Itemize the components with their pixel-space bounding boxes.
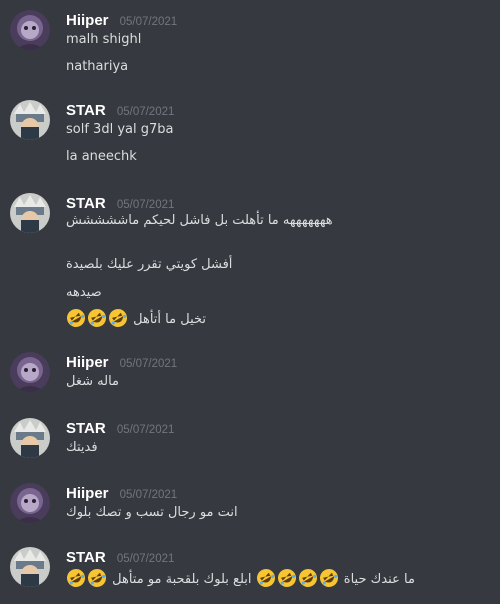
author-name[interactable]: Hiiper <box>66 12 109 29</box>
author-name[interactable]: STAR <box>66 420 106 437</box>
message-text: صيدهه <box>66 285 102 300</box>
hiiper-avatar-icon[interactable] <box>10 10 50 50</box>
author-name[interactable]: STAR <box>66 549 106 566</box>
star-avatar-icon[interactable] <box>10 100 50 140</box>
message-text: ابلع بلوك بلقحبة مو متأهل <box>112 572 252 587</box>
message-text: malh shighl <box>66 32 142 47</box>
author-name[interactable]: Hiiper <box>66 354 109 371</box>
message-timestamp: 05/07/2021 <box>119 16 178 28</box>
rolling-on-floor-laughing-emoji[interactable] <box>108 308 128 328</box>
message-line: تخيل ما أتأهل <box>66 308 206 328</box>
rolling-on-floor-laughing-emoji[interactable] <box>66 568 86 588</box>
rolling-on-floor-laughing-emoji[interactable] <box>87 308 107 328</box>
message-header: STAR 05/07/2021 <box>66 547 174 567</box>
star-avatar-icon[interactable] <box>10 418 50 458</box>
message-text: انت مو رجال تسب و تصك بلوك <box>66 505 238 520</box>
message-timestamp: 05/07/2021 <box>116 553 175 565</box>
chat-message-list[interactable]: Hiiper 05/07/2021 malh shighl nathariya … <box>0 0 500 604</box>
author-name[interactable]: STAR <box>66 195 106 212</box>
message-timestamp: 05/07/2021 <box>116 424 175 436</box>
rolling-on-floor-laughing-emoji[interactable] <box>277 568 297 588</box>
message-text: أفشل كويتي تقرر عليك بلصيدة <box>66 257 233 272</box>
author-name[interactable]: Hiiper <box>66 485 109 502</box>
rolling-on-floor-laughing-emoji[interactable] <box>66 308 86 328</box>
message-text: هههههههه ما تأهلت بل فاشل لحيكم ماششششش <box>66 213 333 228</box>
star-avatar-icon[interactable] <box>10 193 50 233</box>
message-line: ما عندك حياة ابلع بلوك بلقحبة مو متأهل <box>66 568 415 588</box>
rolling-on-floor-laughing-emoji[interactable] <box>256 568 276 588</box>
message-text: فديتك <box>66 440 98 455</box>
rolling-on-floor-laughing-emoji[interactable] <box>319 568 339 588</box>
message-text: ما عندك حياة <box>343 572 415 587</box>
message-header: STAR 05/07/2021 <box>66 193 174 213</box>
star-avatar-icon[interactable] <box>10 547 50 587</box>
message-timestamp: 05/07/2021 <box>116 199 175 211</box>
rolling-on-floor-laughing-emoji[interactable] <box>298 568 318 588</box>
hiiper-avatar-icon[interactable] <box>10 483 50 523</box>
message-timestamp: 05/07/2021 <box>119 489 178 501</box>
message-header: STAR 05/07/2021 <box>66 418 174 438</box>
message-header: Hiiper 05/07/2021 <box>66 10 177 30</box>
message-header: Hiiper 05/07/2021 <box>66 352 177 372</box>
message-text: ماله شغل <box>66 374 119 389</box>
message-header: STAR 05/07/2021 <box>66 100 174 120</box>
hiiper-avatar-icon[interactable] <box>10 352 50 392</box>
author-name[interactable]: STAR <box>66 102 106 119</box>
message-text: nathariya <box>66 59 129 74</box>
message-timestamp: 05/07/2021 <box>116 106 175 118</box>
message-text: la aneechk <box>66 149 137 164</box>
message-text: solf 3dl yal g7ba <box>66 122 174 137</box>
message-header: Hiiper 05/07/2021 <box>66 483 177 503</box>
message-timestamp: 05/07/2021 <box>119 358 178 370</box>
message-text: تخيل ما أتأهل <box>133 312 206 327</box>
rolling-on-floor-laughing-emoji[interactable] <box>87 568 107 588</box>
